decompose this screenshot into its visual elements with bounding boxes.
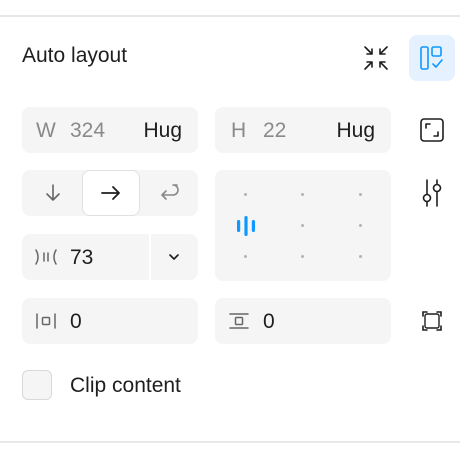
height-label: H: [231, 119, 247, 142]
width-label: W: [36, 119, 56, 142]
align-middle-center[interactable]: [301, 224, 304, 227]
align-bottom-right[interactable]: [359, 255, 362, 258]
sliders-icon: [422, 179, 442, 207]
vertical-padding-field[interactable]: 0: [215, 298, 391, 344]
bottom-divider: [0, 441, 460, 443]
align-top-right[interactable]: [359, 193, 362, 196]
alignment-grid[interactable]: [215, 170, 391, 281]
collapse-button[interactable]: [353, 35, 399, 81]
arrow-down-icon: [46, 184, 60, 201]
height-mode[interactable]: Hug: [336, 119, 375, 143]
resize-to-fit-button[interactable]: [409, 107, 455, 153]
resize-to-fit-icon: [420, 118, 444, 142]
gap-value[interactable]: 73: [70, 246, 93, 270]
height-value[interactable]: 22: [263, 119, 286, 143]
collapse-icon: [364, 46, 388, 70]
individual-padding-icon: [422, 311, 442, 331]
align-middle-right[interactable]: [359, 224, 362, 227]
direction-wrap[interactable]: [142, 170, 198, 216]
chevron-down-icon[interactable]: [167, 251, 181, 263]
horizontal-padding-value[interactable]: 0: [70, 310, 82, 334]
direction-horizontal[interactable]: [82, 170, 140, 216]
wrap-icon: [161, 184, 179, 200]
vertical-padding-value[interactable]: 0: [263, 310, 275, 334]
gap-icon: [35, 249, 57, 265]
vertical-padding-icon: [229, 313, 249, 329]
width-mode[interactable]: Hug: [143, 119, 182, 143]
gap-divider: [149, 234, 151, 280]
align-top-left[interactable]: [244, 193, 247, 196]
clip-content-checkbox[interactable]: [22, 370, 52, 400]
width-field[interactable]: W 324 Hug: [22, 107, 198, 153]
section-title: Auto layout: [22, 44, 128, 67]
height-field[interactable]: H 22 Hug: [215, 107, 391, 153]
clip-content-label[interactable]: Clip content: [70, 374, 181, 398]
layout-suggest-button[interactable]: [409, 35, 455, 81]
horizontal-padding-icon: [36, 313, 56, 329]
width-value[interactable]: 324: [70, 119, 105, 143]
gap-field[interactable]: 73: [22, 234, 198, 280]
align-bottom-center[interactable]: [301, 255, 304, 258]
direction-control: [22, 170, 198, 216]
horizontal-padding-field[interactable]: 0: [22, 298, 198, 344]
arrow-right-icon: [101, 186, 120, 200]
advanced-settings-button[interactable]: [409, 170, 455, 216]
top-divider: [0, 15, 460, 17]
align-top-center[interactable]: [301, 193, 304, 196]
layout-suggest-icon: [420, 46, 443, 70]
direction-vertical[interactable]: [24, 170, 82, 216]
alignment-indicator-icon[interactable]: [234, 214, 258, 238]
individual-padding-button[interactable]: [409, 298, 455, 344]
align-bottom-left[interactable]: [244, 255, 247, 258]
